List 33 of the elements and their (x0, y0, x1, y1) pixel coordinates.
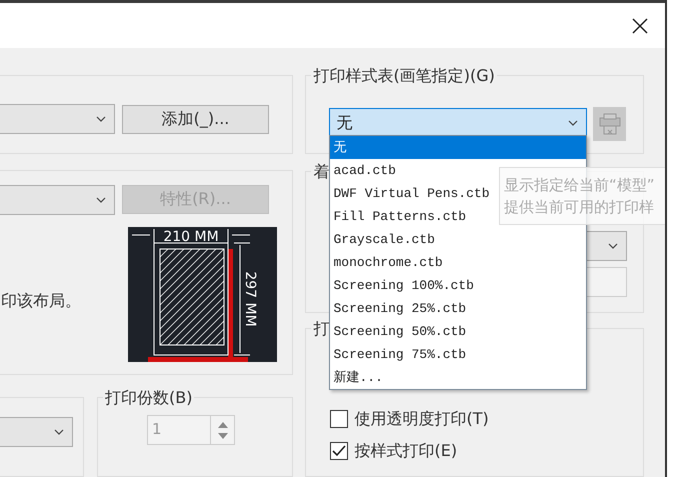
close-icon[interactable] (631, 16, 649, 34)
dropdown[interactable] (0, 104, 115, 134)
down-arrow-icon[interactable] (218, 432, 228, 438)
list-item[interactable]: Screening 50%.ctb (330, 320, 586, 343)
list-item[interactable]: monochrome.ctb (330, 251, 586, 274)
chevron-icon (568, 120, 578, 126)
list-item[interactable]: Screening 75%.ctb (330, 343, 586, 366)
checkbox[interactable] (330, 442, 348, 460)
chevron-icon (54, 429, 64, 435)
group-title: 打印份数(B) (103, 388, 194, 408)
paper-preview-drawing: 210 MM 297 MM (128, 226, 277, 362)
checkbox-label: 按样式打印(E) (354, 440, 458, 462)
add-button[interactable]: 添加(_)... (122, 104, 269, 134)
chevron-icon (608, 243, 618, 250)
tooltip-text: 提供当前可用的打印样 (504, 197, 655, 218)
group-title: 打 (311, 319, 332, 340)
checkbox[interactable] (330, 410, 348, 428)
note-text: 印该布局。 (0, 290, 82, 312)
dropdown[interactable] (0, 184, 115, 215)
list-item[interactable]: Screening 25%.ctb (330, 297, 586, 320)
list-item[interactable]: 新建... (330, 366, 586, 389)
up-arrow-icon[interactable] (218, 422, 228, 428)
list-item[interactable]: Screening 100%.ctb (330, 274, 586, 297)
dropdown[interactable] (0, 417, 73, 447)
printer-icon-button[interactable] (593, 107, 626, 141)
checkbox-label: 使用透明度打印(T) (354, 408, 489, 430)
chevron-icon (96, 196, 106, 203)
list-item[interactable]: Grayscale.ctb (330, 228, 586, 251)
dropdown[interactable]: 无 (329, 108, 588, 138)
list-item[interactable]: 无 (330, 136, 586, 159)
group-title: 打印样式表(画笔指定)(G) (311, 66, 497, 86)
chevron-icon (96, 116, 106, 122)
tooltip-text: 显示指定给当前“模型” (504, 175, 656, 196)
